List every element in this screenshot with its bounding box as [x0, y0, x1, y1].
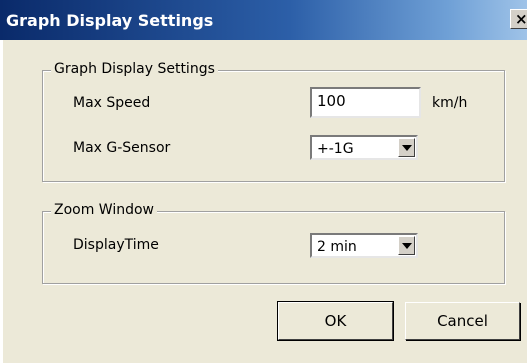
display-time-value: 2 min: [317, 239, 357, 255]
max-gsensor-value: +-1G: [317, 141, 354, 157]
zoom-window-legend: Zoom Window: [51, 202, 158, 218]
graph-display-settings-legend: Graph Display Settings: [51, 61, 218, 77]
title-bar: Graph Display Settings ×: [0, 0, 527, 40]
cancel-button[interactable]: Cancel: [405, 302, 520, 340]
max-gsensor-select[interactable]: +-1G: [310, 135, 418, 160]
display-time-label: DisplayTime: [73, 237, 159, 253]
chevron-down-icon[interactable]: [398, 138, 415, 157]
chevron-down-icon[interactable]: [398, 236, 415, 255]
close-button[interactable]: ×: [510, 9, 527, 29]
max-speed-label: Max Speed: [73, 95, 151, 111]
max-speed-value: 100: [317, 92, 346, 110]
window-title: Graph Display Settings: [6, 11, 214, 30]
max-gsensor-label: Max G-Sensor: [73, 140, 171, 156]
ok-button[interactable]: OK: [277, 301, 394, 341]
close-icon: ×: [515, 10, 527, 28]
max-speed-unit: km/h: [432, 95, 468, 111]
display-time-select[interactable]: 2 min: [310, 233, 418, 258]
window-left-edge: [0, 40, 3, 363]
max-speed-input[interactable]: 100: [310, 87, 421, 118]
graph-display-settings-group: Graph Display Settings: [42, 61, 505, 182]
